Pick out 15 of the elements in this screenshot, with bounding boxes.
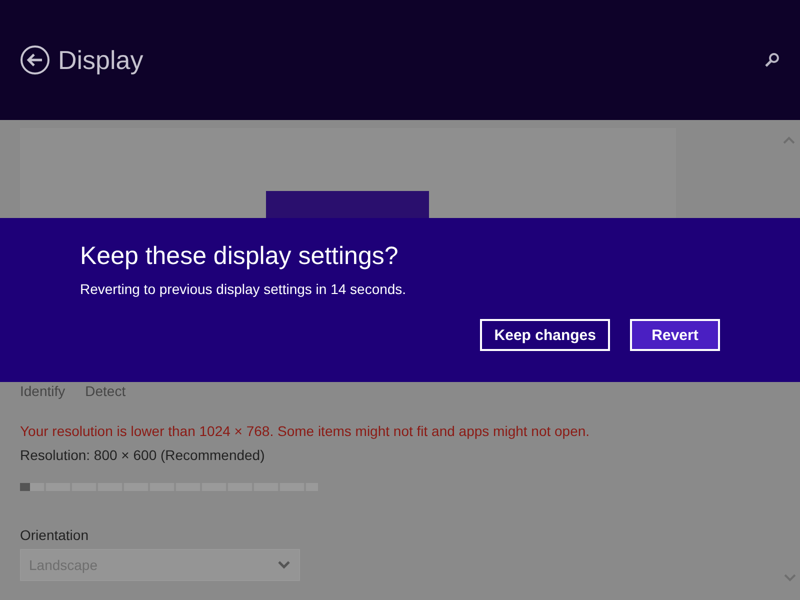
chevron-down-icon bbox=[277, 560, 291, 570]
revert-button[interactable]: Revert bbox=[630, 319, 720, 351]
keep-button[interactable]: Keep changes bbox=[480, 319, 610, 351]
resolution-label: Resolution: 800 × 600 (Recommended) bbox=[20, 447, 266, 463]
resolution-slider[interactable] bbox=[20, 483, 318, 491]
slider-thumb[interactable] bbox=[20, 483, 30, 491]
search-icon[interactable] bbox=[764, 52, 780, 68]
back-button[interactable] bbox=[20, 45, 50, 75]
scroll-up-icon[interactable] bbox=[782, 136, 796, 145]
orientation-label: Orientation bbox=[20, 527, 90, 543]
scroll-down-icon[interactable] bbox=[783, 573, 797, 582]
warning-text: Your resolution is lower than 1024 × 768. Some items might not fit and apps might not open. bbox=[20, 423, 591, 439]
dialog-title: Keep these display settings? bbox=[80, 242, 400, 271]
page-title: Display bbox=[58, 44, 144, 76]
dialog-message: Reverting to previous display settings in 14 seconds. bbox=[80, 281, 408, 297]
